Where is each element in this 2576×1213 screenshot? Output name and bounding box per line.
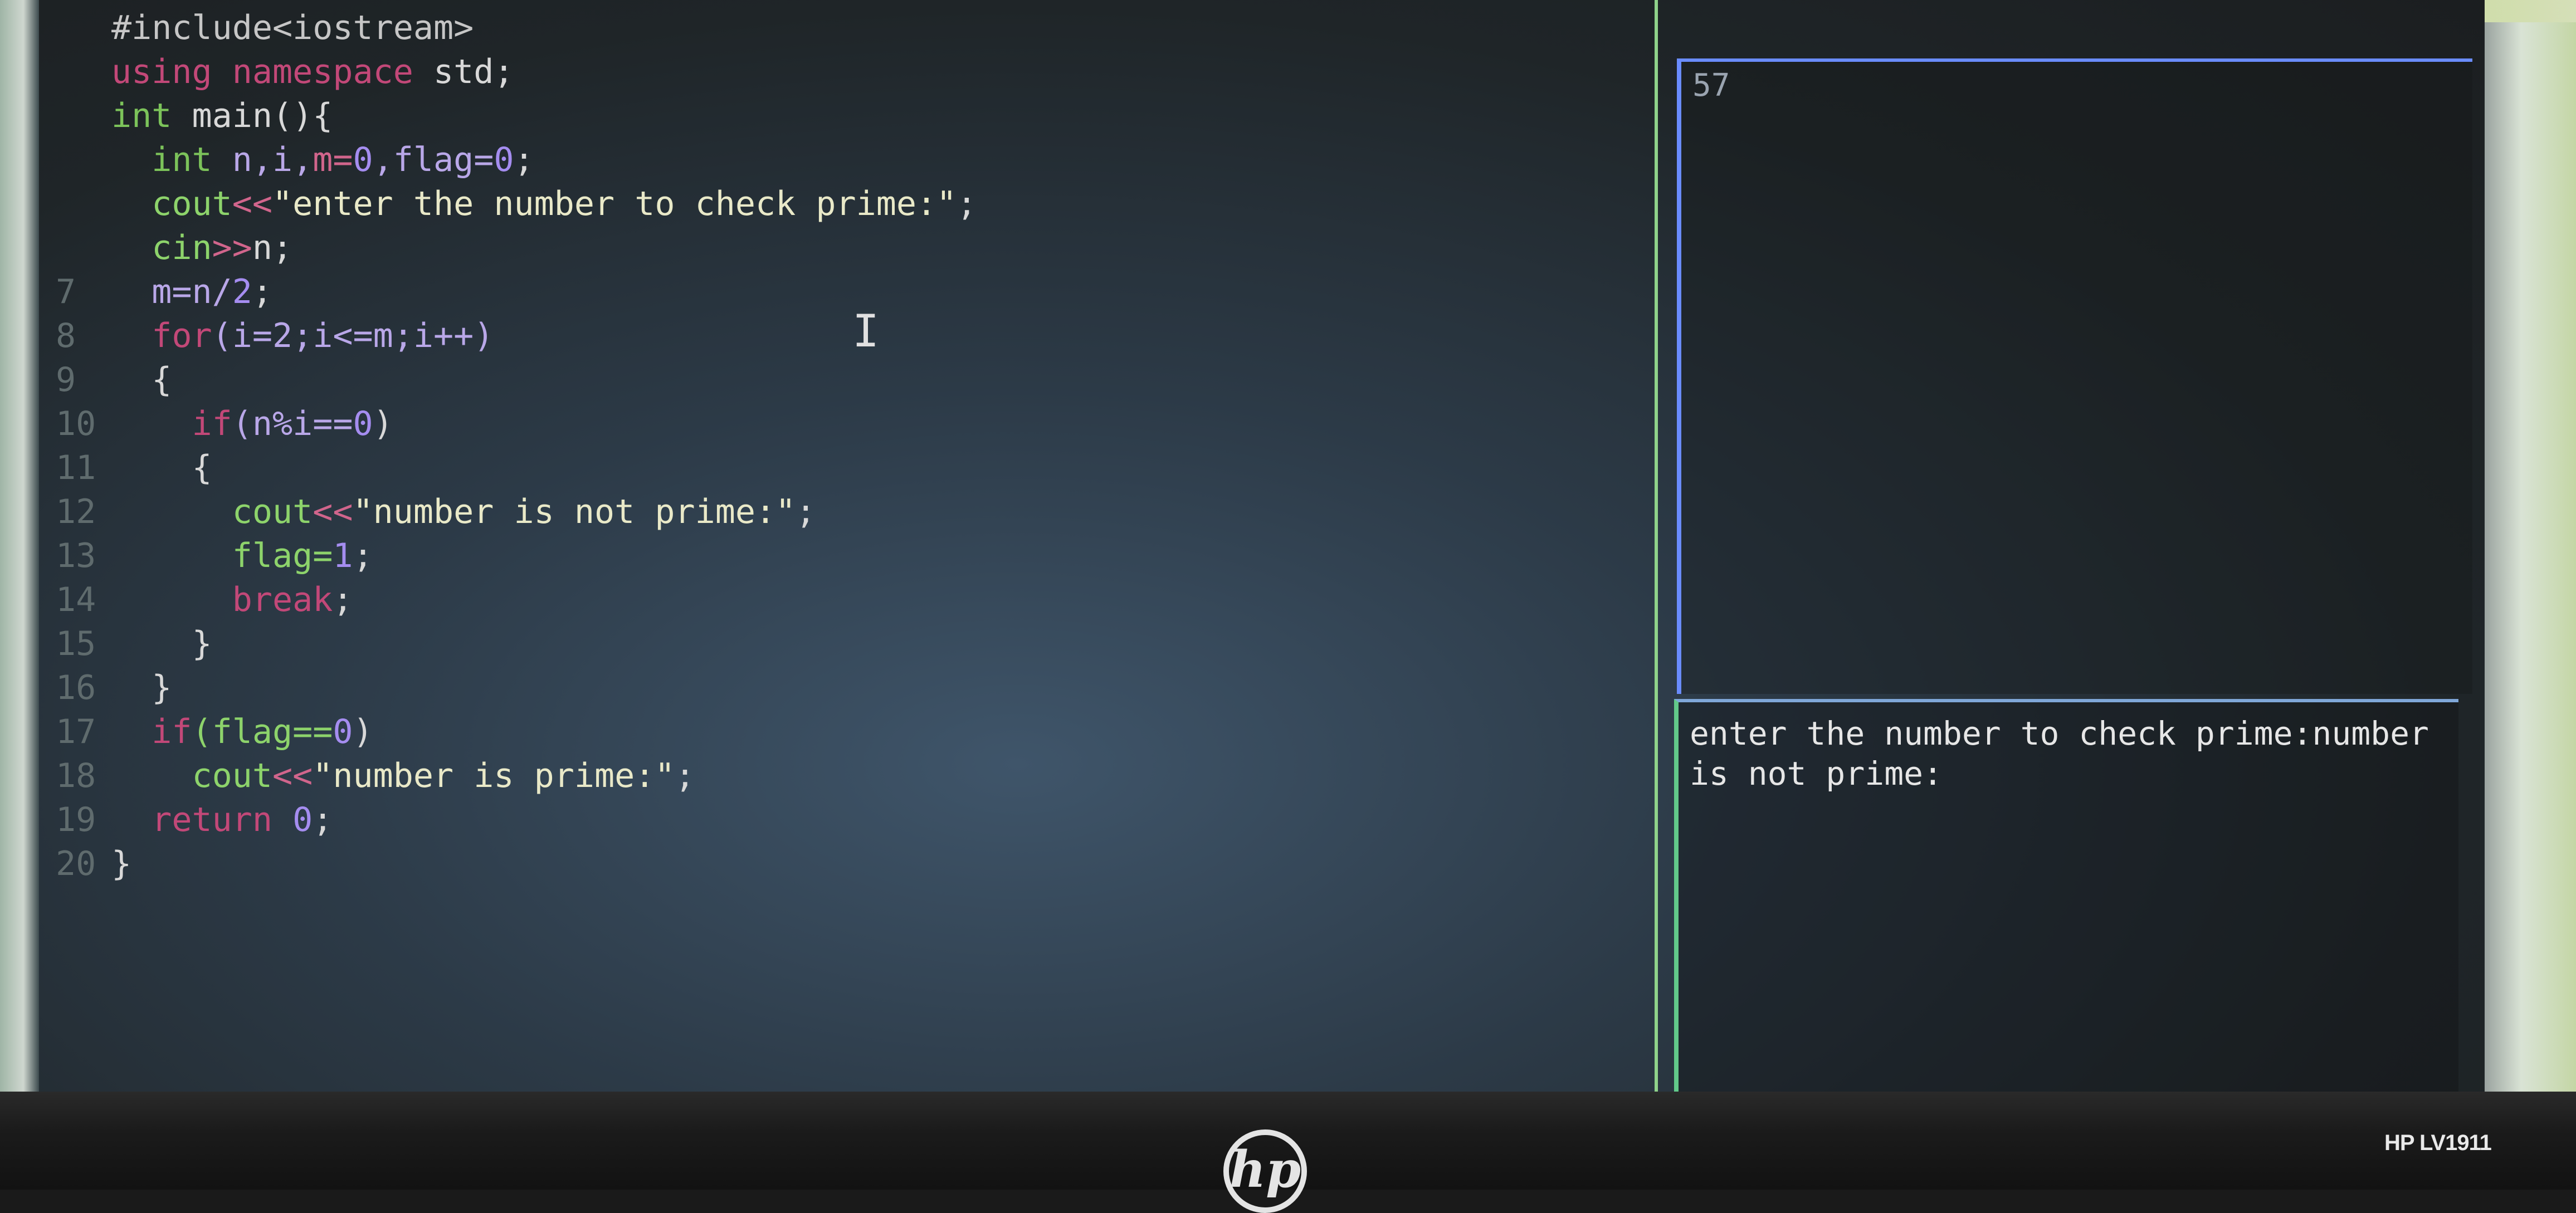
- code-token: 0: [494, 140, 514, 179]
- code-token: {: [111, 360, 172, 399]
- code-token: ;: [675, 756, 695, 795]
- code-line[interactable]: 7 m=n/2;: [56, 270, 272, 314]
- code-line[interactable]: 10 if(n%i==0): [56, 402, 393, 446]
- line-number: 17: [56, 712, 96, 751]
- code-line[interactable]: 12 cout<<"number is not prime:";: [56, 490, 816, 534]
- text-cursor-icon: I: [852, 305, 880, 357]
- code-token: ,flag=: [373, 140, 494, 179]
- code-token: break: [111, 580, 333, 619]
- code-line[interactable]: using namespace std;: [56, 50, 514, 94]
- code-token: ;: [796, 492, 816, 531]
- code-token: cout: [111, 756, 272, 795]
- line-number: 15: [56, 624, 96, 663]
- code-token: 2: [232, 272, 252, 311]
- code-token: 0: [333, 712, 353, 751]
- code-token: ;: [957, 184, 977, 223]
- code-token: "number is prime:": [313, 756, 675, 795]
- preview-pane[interactable]: 57: [1677, 58, 2472, 694]
- code-token: <<: [272, 756, 313, 795]
- code-token: ;: [313, 800, 333, 839]
- code-line[interactable]: 9 {: [56, 358, 172, 402]
- code-token: 1: [333, 536, 353, 575]
- code-line[interactable]: 14 break;: [56, 578, 353, 622]
- line-number: 14: [56, 580, 96, 619]
- code-token: cout: [111, 492, 313, 531]
- console-output-text: enter the number to check prime:number i…: [1690, 715, 2448, 793]
- code-token: std;: [433, 52, 514, 91]
- line-number: 16: [56, 668, 96, 707]
- code-token: m=n/: [111, 272, 232, 311]
- code-line[interactable]: int n,i,m=0,flag=0;: [56, 138, 534, 182]
- code-token: using namespace: [111, 52, 433, 91]
- code-line[interactable]: cin>>n;: [56, 226, 292, 270]
- code-token: if: [111, 712, 192, 751]
- code-token: #include<iostream>: [111, 8, 474, 47]
- line-number: 7: [56, 272, 76, 311]
- code-token: >>: [212, 228, 252, 267]
- code-token: ): [353, 712, 373, 751]
- code-line[interactable]: cout<<"enter the number to check prime:"…: [56, 182, 977, 226]
- code-token: n;: [252, 228, 293, 267]
- line-number: 9: [56, 360, 76, 399]
- code-line[interactable]: int main(){: [56, 94, 333, 138]
- monitor-bezel-right: [2485, 22, 2576, 1092]
- code-token: 0: [353, 140, 373, 179]
- code-token: "enter the number to check prime:": [272, 184, 957, 223]
- line-number: 19: [56, 800, 96, 839]
- code-line[interactable]: 16 }: [56, 666, 172, 710]
- monitor-bezel-left: [0, 0, 39, 1092]
- code-token: flag=: [111, 536, 333, 575]
- code-token: 0: [353, 404, 373, 443]
- code-token: {: [111, 448, 212, 487]
- code-line[interactable]: 8 for(i=2;i<=m;i++): [56, 314, 494, 358]
- preview-pane-number: 57: [1692, 67, 1730, 104]
- line-number: 8: [56, 316, 76, 355]
- code-line[interactable]: 17 if(flag==0): [56, 710, 373, 754]
- code-token: int: [111, 140, 232, 179]
- code-token: <<: [313, 492, 353, 531]
- code-token: ): [373, 404, 393, 443]
- line-number: 13: [56, 536, 96, 575]
- code-token: cin: [111, 228, 212, 267]
- code-token: }: [111, 844, 132, 883]
- monitor-screen: #include<iostream> using namespace std; in…: [39, 0, 2485, 1092]
- code-token: int: [111, 96, 192, 135]
- code-token: cout: [111, 184, 232, 223]
- code-editor[interactable]: #include<iostream> using namespace std; in…: [39, 0, 1655, 1092]
- code-token: }: [111, 668, 172, 707]
- line-number: 20: [56, 844, 96, 883]
- code-line[interactable]: 15 }: [56, 622, 212, 666]
- code-token: ;: [514, 140, 534, 179]
- code-token: "number is not prime:": [353, 492, 796, 531]
- code-token: 0: [292, 800, 313, 839]
- code-token: m=: [313, 140, 353, 179]
- line-number: 12: [56, 492, 96, 531]
- code-token: main(){: [192, 96, 333, 135]
- code-token: ;: [333, 580, 353, 619]
- line-number: 18: [56, 756, 96, 795]
- code-token: n,i,: [232, 140, 313, 179]
- monitor-model-label: HP LV1911: [2384, 1131, 2492, 1155]
- code-token: if: [111, 404, 232, 443]
- hp-logo: hp: [1223, 1129, 1307, 1213]
- line-number: 11: [56, 448, 96, 487]
- code-token: ;: [252, 272, 272, 311]
- code-token: (i=2;i<=m;i++): [212, 316, 494, 355]
- code-token: (n%i==: [232, 404, 353, 443]
- code-line[interactable]: 13 flag=1;: [56, 534, 373, 578]
- code-line[interactable]: 20}: [56, 842, 131, 886]
- code-token: for: [111, 316, 212, 355]
- code-token: return: [111, 800, 293, 839]
- pane-divider[interactable]: [1655, 0, 1658, 1092]
- code-line[interactable]: #include<iostream>: [56, 6, 474, 50]
- code-line[interactable]: 11 {: [56, 446, 212, 490]
- code-token: }: [111, 624, 212, 663]
- output-console[interactable]: enter the number to check prime:number i…: [1674, 699, 2458, 1092]
- code-token: ;: [353, 536, 373, 575]
- code-line[interactable]: 19 return 0;: [56, 798, 333, 842]
- code-token: <<: [232, 184, 272, 223]
- code-line[interactable]: 18 cout<<"number is prime:";: [56, 754, 695, 798]
- line-number: 10: [56, 404, 96, 443]
- code-token: (flag==: [192, 712, 333, 751]
